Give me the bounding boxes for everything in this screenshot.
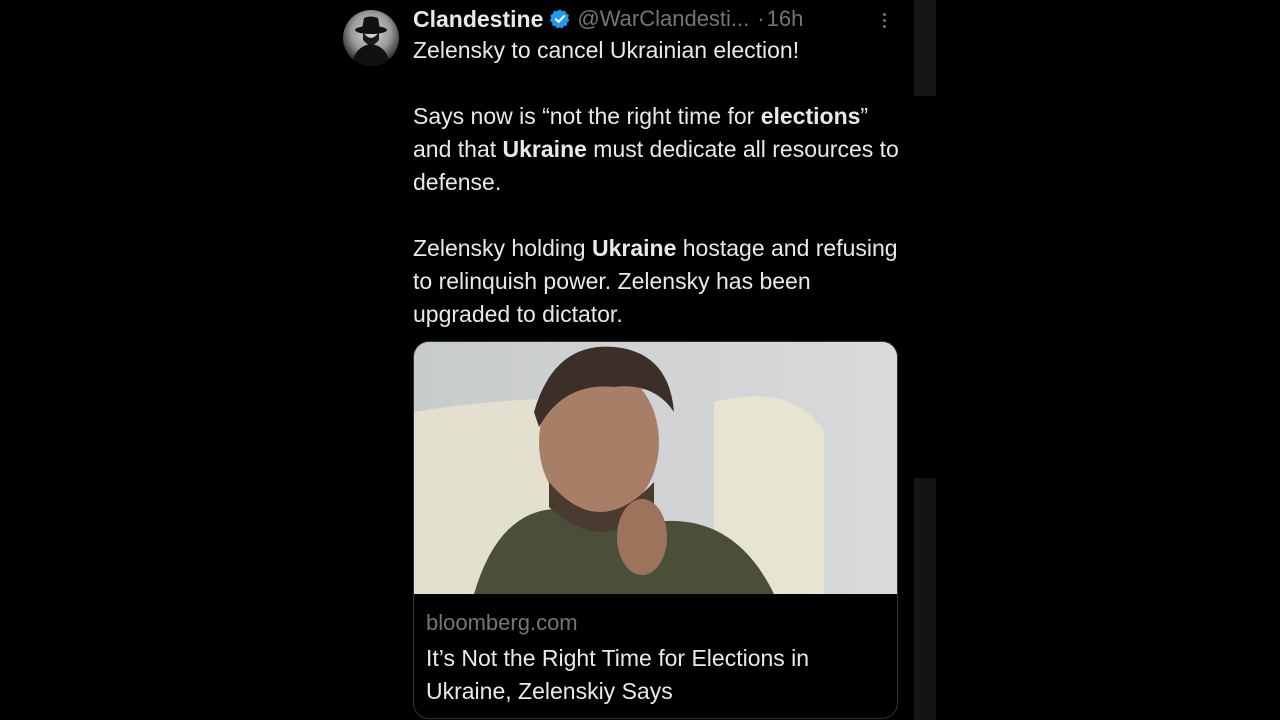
author-handle[interactable]: @WarClandesti... <box>577 6 749 32</box>
tweet-timestamp[interactable]: 16h <box>767 6 804 32</box>
adjacent-tweet-fragment <box>914 0 936 720</box>
card-title[interactable]: It’s Not the Right Time for Elections in… <box>426 642 886 708</box>
bold-run: elections <box>760 103 861 129</box>
author-name[interactable]: Clandestine <box>413 6 543 33</box>
tweet-header: Clandestine @WarClandesti... · 16h <box>413 4 903 34</box>
link-preview-card[interactable]: bloomberg.com It’s Not the Right Time fo… <box>413 341 898 719</box>
tweet-paragraph-2: Says now is “not the right time for elec… <box>413 100 903 199</box>
bold-run: Ukraine <box>592 235 677 261</box>
adjacent-media-bottom <box>914 478 936 720</box>
tweet-line-1: Zelensky to cancel Ukrainian election! <box>413 37 800 63</box>
card-domain[interactable]: bloomberg.com <box>426 610 578 636</box>
text-run: Says now is “not the right time for <box>413 103 761 129</box>
bold-run: Ukraine <box>502 136 587 162</box>
spy-silhouette-icon <box>351 16 391 66</box>
separator-dot: · <box>757 6 765 31</box>
more-options-icon[interactable] <box>873 8 895 32</box>
news-photo <box>414 342 897 594</box>
adjacent-media-top <box>914 0 936 96</box>
text-run: Zelensky holding <box>413 235 592 261</box>
author-avatar[interactable] <box>343 10 399 66</box>
tweet-body: Zelensky to cancel Ukrainian election! S… <box>413 34 903 331</box>
tweet-paragraph-3: Zelensky holding Ukraine hostage and ref… <box>413 232 903 331</box>
verified-badge-icon <box>550 9 570 29</box>
card-image <box>414 342 897 594</box>
